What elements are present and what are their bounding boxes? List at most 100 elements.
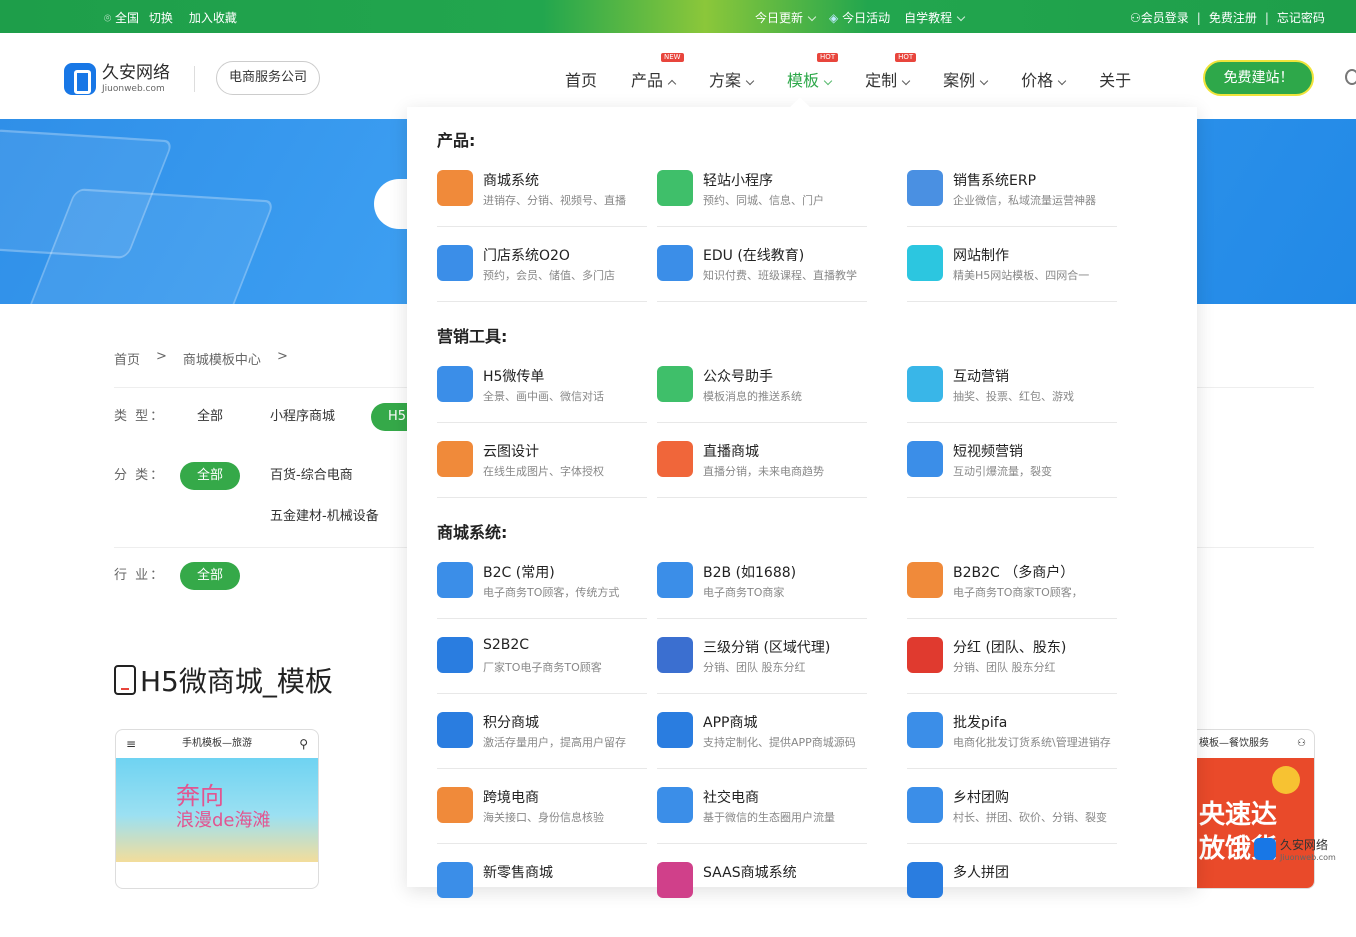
nav-custom[interactable]: HOT 定制: [865, 53, 917, 91]
today-activity-link[interactable]: ◈ 今日活动: [829, 9, 890, 26]
item-divider: [437, 301, 647, 302]
menu-item-title: 云图设计: [483, 444, 539, 460]
user-icon[interactable]: [1345, 69, 1356, 85]
section-title-marketing: 营销工具:: [437, 327, 508, 346]
menu-item-title: B2B2C （多商户）: [953, 565, 1075, 581]
today-update-menu[interactable]: 今日更新: [755, 9, 817, 26]
industry-filter-row: 行 业： 全部: [114, 562, 414, 592]
watermark-logo: 久安网络 Jiuonweb.com: [1254, 836, 1336, 862]
item-divider: [657, 843, 867, 844]
menu-item-tv-play[interactable]: 短视频营销 互动引爆流量，裂变: [877, 441, 1117, 516]
menu-item-title: 轻站小程序: [703, 173, 773, 189]
menu-item-title: B2B (如1688): [703, 565, 797, 581]
separator: |: [1196, 10, 1201, 25]
nav-templates[interactable]: HOT 模板: [787, 53, 839, 91]
site-logo[interactable]: 久安网络 Jiuonweb.com: [64, 63, 195, 95]
item-divider: [437, 768, 647, 769]
menu-item-store[interactable]: 门店系统O2O 预约，会员、储值、多门店: [407, 245, 647, 320]
chevron-down-icon: [807, 12, 817, 22]
template-card[interactable]: ≡ 手机模板—旅游 ⚲ 奔向 浪漫de海滩: [115, 729, 319, 889]
menu-item-points-coin[interactable]: 积分商城 激活存量用户，提高用户留存: [407, 712, 647, 787]
menu-item-image[interactable]: 云图设计 在线生成图片、字体授权: [407, 441, 647, 516]
menu-item-team-dividend[interactable]: 分红 (团队、股东) 分销、团队 股东分红: [877, 637, 1117, 712]
item-divider: [437, 422, 647, 423]
h5-flyer-icon: [437, 366, 473, 402]
menu-item-live-camera[interactable]: 直播商城 直播分销，未来电商趋势: [627, 441, 867, 516]
nav-products[interactable]: NEW 产品: [631, 53, 684, 91]
brand-domain: Jiuonweb.com: [102, 83, 165, 94]
add-favorite-link[interactable]: 加入收藏: [189, 9, 237, 26]
menu-item-title: 商城系统: [483, 173, 539, 189]
industry-option-all[interactable]: 全部: [180, 562, 241, 590]
menu-item-title: 批发pifa: [953, 715, 1008, 731]
self-study-menu[interactable]: 自学教程: [904, 9, 966, 26]
nav-pricing[interactable]: 价格: [1021, 67, 1067, 91]
item-divider: [657, 301, 867, 302]
template-card[interactable]: 模板—餐饮服务 ⚇ 央速达 放饿货: [1197, 729, 1315, 889]
menu-item-gift[interactable]: 互动营销 抽奖、投票、红包、游戏: [877, 366, 1117, 441]
company-tag[interactable]: 电商服务公司: [216, 61, 321, 95]
menu-item-miniapp[interactable]: 轻站小程序预约、同城、信息、门户: [627, 170, 867, 245]
menu-item-group-buy[interactable]: 多人拼团: [877, 862, 1097, 937]
type-option-all[interactable]: 全部: [197, 403, 223, 431]
menu-item-title: 乡村团购: [953, 790, 1009, 806]
forgot-password-link[interactable]: 忘记密码: [1277, 9, 1325, 26]
decorative-sun: [1272, 766, 1300, 794]
menu-item-erp-chart[interactable]: 销售系统ERP 企业微信，私域流量运营神器: [877, 170, 1117, 245]
menu-item-title: 互动营销: [953, 369, 1009, 385]
breadcrumb-template-center[interactable]: 商城模板中心: [183, 349, 261, 368]
category-option-general[interactable]: 百货-综合电商: [270, 462, 353, 490]
menu-item-desc: 预约、同城、信息、门户: [703, 194, 824, 207]
menu-item-h5-flyer[interactable]: H5微传单 全景、画中画、微信对话: [407, 366, 647, 441]
breadcrumb-home[interactable]: 首页: [114, 349, 140, 368]
menu-item-app-phone[interactable]: APP商城 支持定制化、提供APP商城源码: [627, 712, 867, 787]
free-build-button[interactable]: 免费建站！: [1203, 60, 1314, 96]
menu-item-b2b[interactable]: B2B (如1688) 电子商务TO商家: [627, 562, 867, 637]
menu-item-desc: 厂家TO电子商务TO顾客: [483, 661, 602, 674]
free-register-link[interactable]: 免费注册: [1209, 9, 1257, 26]
menu-item-b2c-bag[interactable]: B2C (常用) 电子商务TO顾客，传统方式: [407, 562, 647, 637]
type-label: 类 型：: [114, 409, 166, 424]
menu-item-truck[interactable]: 批发pifa 电商化批发订货系统\管理进销存: [877, 712, 1117, 787]
type-option-miniapp[interactable]: 小程序商城: [270, 403, 335, 431]
menu-item-saas[interactable]: SAAS商城系统: [627, 862, 847, 937]
card-preview-image: 奔向 浪漫de海滩: [116, 758, 318, 862]
menu-item-desc: 直播分销，未来电商趋势: [703, 465, 824, 478]
category-option-hardware[interactable]: 五金建材-机械设备: [270, 503, 379, 531]
menu-item-social[interactable]: 社交电商 基于微信的生态圈用户流量: [627, 787, 867, 862]
item-divider: [437, 618, 647, 619]
menu-item-desc: 精美H5网站模板、四网合一: [953, 269, 1090, 282]
nav-home[interactable]: 首页: [565, 67, 597, 91]
menu-item-cross-border[interactable]: 跨境电商 海关接口、身份信息核验: [407, 787, 647, 862]
category-option-all[interactable]: 全部: [180, 462, 241, 490]
menu-item-desc: 预约，会员、储值、多门店: [483, 269, 615, 282]
menu-item-factory[interactable]: S2B2C 厂家TO电子商务TO顾客: [407, 637, 647, 712]
nav-about[interactable]: 关于: [1099, 67, 1131, 91]
menu-item-title: 销售系统ERP: [953, 173, 1037, 189]
item-divider: [657, 422, 867, 423]
nav-solutions[interactable]: 方案: [709, 67, 755, 91]
menu-item-title: 门店系统O2O: [483, 248, 570, 264]
menu-item-desc: 分销、团队 股东分红: [953, 661, 1056, 674]
main-nav: 首页 NEW 产品 方案 HOT 模板 HOT 定制 案例 价格 关于: [565, 53, 1165, 91]
menu-item-book[interactable]: EDU (在线教育) 知识付费、班级课程、直播教学: [627, 245, 867, 320]
menu-item-community[interactable]: 乡村团购村长、拼团、砍价、分销、裂变: [877, 787, 1117, 862]
menu-item-chat-bubble[interactable]: 公众号助手 模板消息的推送系统: [627, 366, 867, 441]
menu-item-location-pin[interactable]: B2B2C （多商户） 电子商务TO商家TO顾客，: [877, 562, 1117, 637]
location-region[interactable]: ⌾ 全国 切换: [104, 9, 173, 26]
menu-item-desc: 村长、拼团、砍价、分销、裂变: [953, 811, 1107, 824]
social-icon: [657, 787, 693, 823]
hot-badge: HOT: [895, 53, 917, 62]
menu-item-shopping-bag[interactable]: 商城系统 进销存、分销、视频号、直播: [407, 170, 647, 245]
nav-cases[interactable]: 案例: [943, 67, 989, 91]
mobile-phone-icon: [114, 665, 136, 695]
menu-item-network[interactable]: 三级分销 (区域代理) 分销、团队 股东分红: [627, 637, 867, 712]
region-switch-link[interactable]: 切换: [149, 11, 173, 25]
member-login-link[interactable]: ⚇会员登录: [1130, 9, 1189, 26]
b2c-bag-icon: [437, 562, 473, 598]
brand-name: 久安网络: [102, 62, 170, 83]
menu-item-website[interactable]: 网站制作 精美H5网站模板、四网合一: [877, 245, 1117, 320]
menu-item-desc: 模板消息的推送系统: [703, 390, 802, 403]
menu-item-retail-store[interactable]: 新零售商城: [407, 862, 627, 937]
retail-store-icon: [437, 862, 473, 898]
